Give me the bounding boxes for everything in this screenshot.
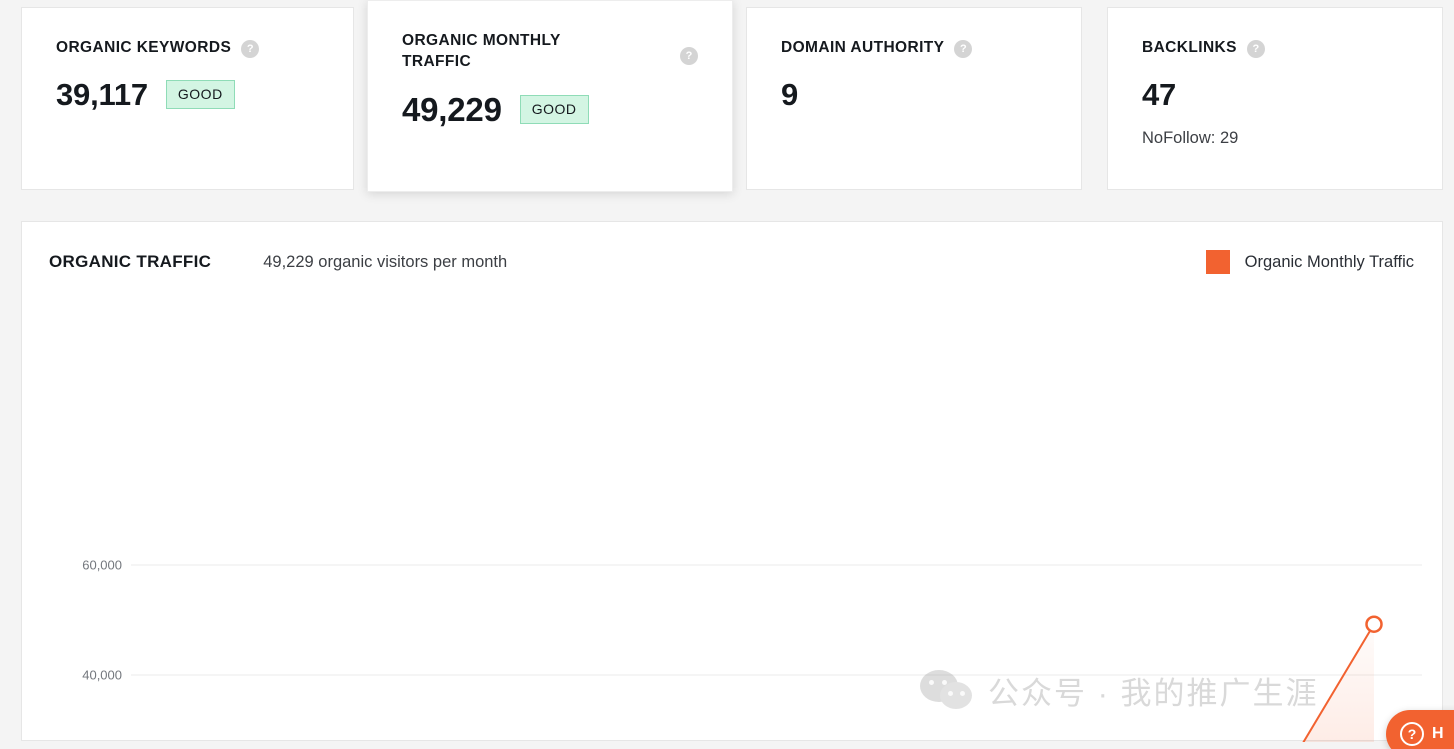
kpi-value-row: 47 [1142,77,1408,113]
organic-traffic-line-chart[interactable] [22,302,1444,742]
kpi-subtext: NoFollow: 29 [1142,128,1239,147]
seo-dashboard-page: ORGANIC KEYWORDS ? 39,117 GOOD ORGANIC M… [0,0,1454,749]
kpi-title: BACKLINKS [1142,39,1237,56]
help-chat-widget[interactable]: ? H [1386,710,1454,749]
kpi-value-row: 49,229 GOOD [402,91,698,129]
question-mark-icon: ? [1400,722,1424,746]
organic-traffic-chart-panel: ORGANIC TRAFFIC 49,229 organic visitors … [21,221,1444,742]
y-axis-tick-label: 60,000 [82,557,122,573]
kpi-card-domain-authority[interactable]: DOMAIN AUTHORITY ? 9 [746,7,1082,190]
data-point-marker[interactable] [1365,615,1383,633]
chart-title: ORGANIC TRAFFIC [49,252,212,271]
help-icon[interactable]: ? [1246,40,1265,58]
kpi-value: 9 [781,76,799,112]
legend-label: Organic Monthly Traffic [1244,252,1414,271]
kpi-cards-row: ORGANIC KEYWORDS ? 39,117 GOOD ORGANIC M… [0,0,1454,200]
help-widget-label: H [1432,725,1444,742]
kpi-card-organic-keywords[interactable]: ORGANIC KEYWORDS ? 39,117 GOOD [21,7,354,190]
y-axis-tick-label: 40,000 [82,667,122,683]
kpi-header: ORGANIC KEYWORDS ? [56,38,319,59]
y-axis-ticks: 020,00040,00060,000 [42,302,122,742]
chart-header: ORGANIC TRAFFIC 49,229 organic visitors … [22,222,1442,302]
chart-legend[interactable]: Organic Monthly Traffic [1205,250,1414,274]
kpi-title: ORGANIC MONTHLY TRAFFIC [402,32,561,70]
kpi-value: 47 [1142,76,1177,112]
status-badge: GOOD [165,80,235,110]
kpi-card-organic-monthly-traffic[interactable]: ORGANIC MONTHLY TRAFFIC ? 49,229 GOOD [367,0,733,192]
help-icon[interactable]: ? [680,47,698,65]
help-icon[interactable]: ? [954,40,973,58]
kpi-card-backlinks[interactable]: BACKLINKS ? 47 NoFollow: 29 [1107,7,1443,190]
kpi-header: BACKLINKS ? [1142,38,1408,59]
kpi-value-row: 39,117 GOOD [56,77,319,113]
kpi-value-row: 9 [781,77,1047,113]
legend-swatch-icon [1205,250,1230,274]
kpi-value: 39,117 [56,76,148,112]
kpi-title: DOMAIN AUTHORITY [781,39,945,56]
chart-line [1302,623,1375,742]
chart-plot-area: 020,00040,00060,000 JUL 2023AUG 2023SEP … [22,302,1444,742]
kpi-value: 49,229 [402,90,502,128]
kpi-header: ORGANIC MONTHLY TRAFFIC ? [402,31,698,73]
kpi-header: DOMAIN AUTHORITY ? [781,38,1047,59]
help-icon[interactable]: ? [241,40,260,58]
chart-area-fill [1303,624,1374,742]
status-badge: GOOD [519,95,589,125]
chart-subtitle: 49,229 organic visitors per month [263,252,508,271]
kpi-title: ORGANIC KEYWORDS [56,39,232,56]
